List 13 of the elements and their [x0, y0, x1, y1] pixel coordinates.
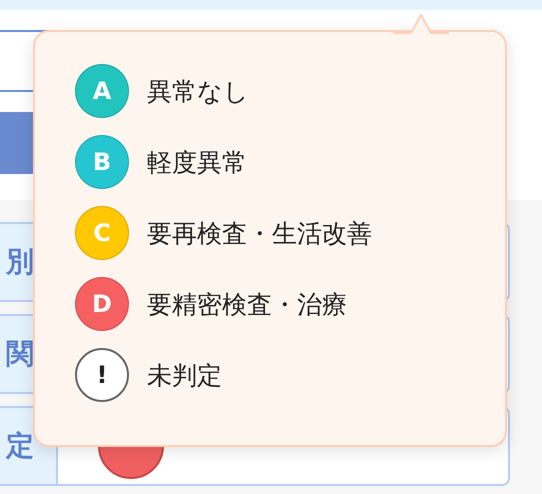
row-label: 定: [6, 428, 34, 464]
legend-label: 異常なし: [147, 76, 249, 108]
row-label: 関: [6, 336, 34, 372]
pending-badge: !: [75, 348, 129, 402]
legend-label: 未判定: [147, 360, 222, 392]
grade-badge: B: [75, 135, 129, 189]
legend-label: 要精密検査・治療: [147, 288, 347, 320]
legend-label: 要再検査・生活改善: [147, 218, 372, 250]
grade-badge: C: [75, 206, 129, 260]
row-label: 別: [6, 244, 34, 280]
grade-badge: A: [75, 64, 129, 118]
grade-badge: D: [75, 277, 129, 331]
legend-label: 軽度異常: [147, 146, 247, 178]
